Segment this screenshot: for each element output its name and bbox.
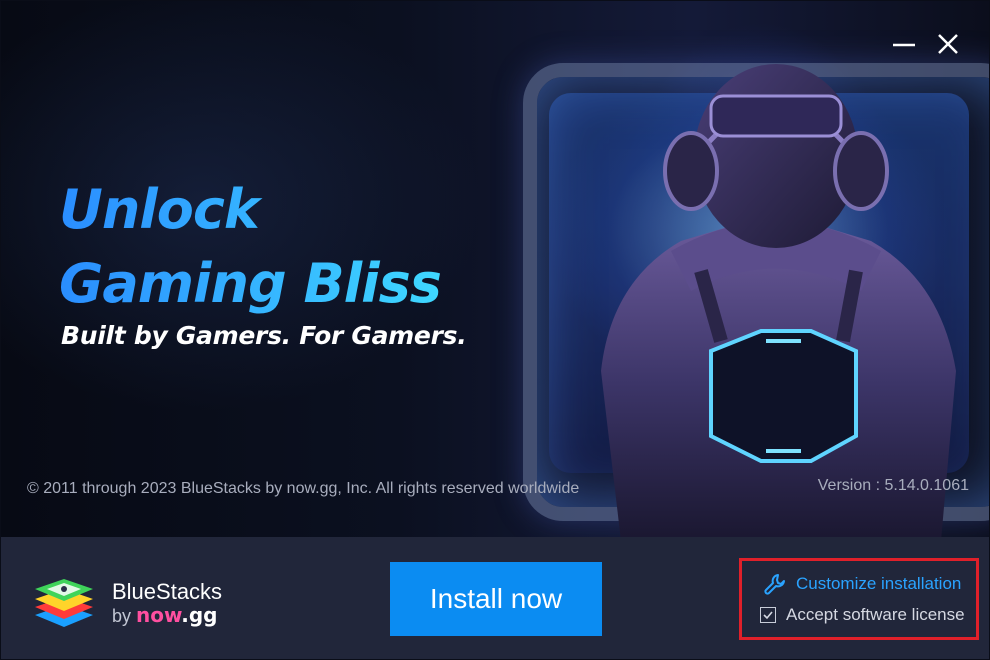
hero-banner: Unlock Gaming Bliss Built by Gamers. For… xyxy=(1,1,989,541)
brand-by-text: by xyxy=(112,606,132,626)
version-text: Version : 5.14.0.1061 xyxy=(817,477,969,494)
brand-name: BlueStacks xyxy=(112,579,223,604)
customize-installation-label: Customize installation xyxy=(796,574,962,593)
wrench-icon xyxy=(764,574,785,595)
close-button[interactable] xyxy=(933,29,963,59)
installer-window: Unlock Gaming Bliss Built by Gamers. For… xyxy=(0,0,990,660)
minimize-button[interactable] xyxy=(889,29,919,59)
minimize-icon xyxy=(893,43,915,47)
accept-license-checkbox[interactable]: Accept software license xyxy=(760,605,965,625)
install-options-highlight: Customize installation Accept software l… xyxy=(739,558,979,640)
brand-byline: by now.gg xyxy=(112,603,217,627)
install-now-button[interactable]: Install now xyxy=(390,562,602,636)
footer-bar: BlueStacks by now.gg Install now Customi… xyxy=(1,537,989,659)
headline: Unlock Gaming Bliss xyxy=(59,173,442,321)
brand-gg-text: .gg xyxy=(181,603,218,627)
headline-line-1: Unlock xyxy=(59,173,441,247)
headline-line-2: Gaming Bliss xyxy=(59,247,442,321)
close-icon xyxy=(938,34,958,54)
bluestacks-logo-icon xyxy=(29,571,99,633)
checkbox-box[interactable] xyxy=(760,607,776,623)
tagline: Built by Gamers. For Gamers. xyxy=(61,321,467,350)
copyright-text: © 2011 through 2023 BlueStacks by now.gg… xyxy=(27,480,580,497)
brand-now-text: now xyxy=(136,603,182,627)
accept-license-label: Accept software license xyxy=(786,605,965,624)
customize-installation-link[interactable]: Customize installation xyxy=(764,573,961,595)
checkmark-icon xyxy=(763,611,773,620)
gamer-illustration xyxy=(561,41,989,541)
